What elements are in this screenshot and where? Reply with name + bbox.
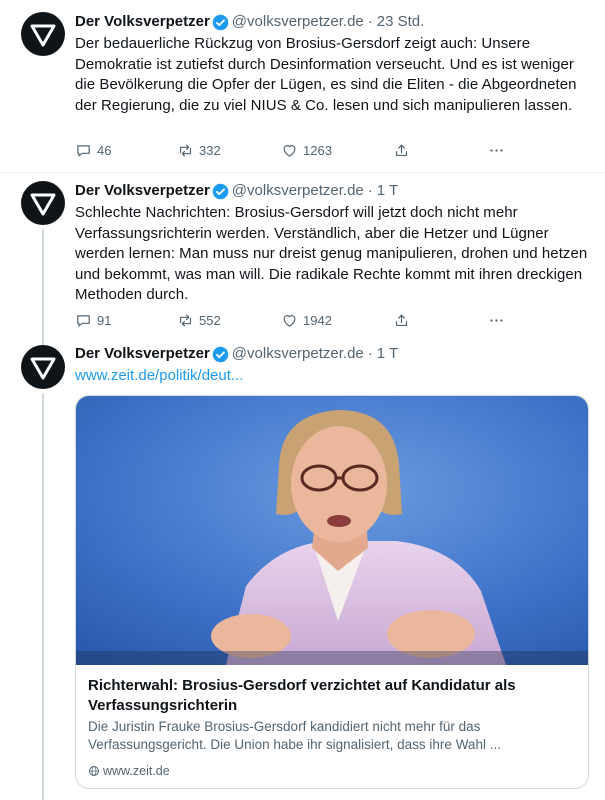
post-header: Der Volksverpetzer @volksverpetzer.de · … (75, 344, 398, 364)
repost-count: 332 (199, 142, 221, 158)
thread-line (42, 335, 44, 345)
repost-icon (179, 144, 192, 156)
like-count: 1942 (303, 312, 332, 328)
post-text: Der bedauerliche Rückzug von Brosius-Ger… (75, 35, 577, 114)
author-handle[interactable]: @volksverpetzer.de (232, 12, 364, 32)
author-name[interactable]: Der Volksverpetzer (75, 181, 210, 201)
verified-badge-icon (212, 346, 229, 362)
share-icon (395, 144, 408, 156)
author-handle[interactable]: @volksverpetzer.de (232, 344, 364, 364)
thread-line (42, 393, 44, 800)
post-time[interactable]: 23 Std. (377, 12, 425, 32)
avatar[interactable] (21, 12, 65, 56)
post-time[interactable]: 1 T (377, 181, 398, 201)
heart-icon (283, 144, 296, 157)
action-bar: 91 552 1942 (75, 310, 505, 330)
reply-count: 91 (97, 312, 112, 328)
repost-count: 552 (199, 312, 221, 328)
action-bar: 46 332 1263 (75, 140, 505, 160)
card-title: Richterwahl: Brosius-Gersdorf verzichtet… (88, 677, 516, 714)
post-link[interactable]: www.zeit.de/politik/deut... (75, 366, 243, 386)
post-header: Der Volksverpetzer @volksverpetzer.de · … (75, 12, 424, 32)
author-name[interactable]: Der Volksverpetzer (75, 12, 210, 32)
article-image (76, 396, 588, 665)
share-button[interactable] (393, 140, 415, 160)
repost-icon (179, 314, 192, 326)
repost-button[interactable]: 332 (177, 140, 221, 160)
author-handle[interactable]: @volksverpetzer.de (232, 181, 364, 201)
link-preview-card[interactable]: Richterwahl: Brosius-Gersdorf verzichtet… (75, 395, 589, 789)
separator-dot: · (367, 345, 373, 362)
avatar[interactable] (21, 345, 65, 389)
more-icon (490, 318, 503, 322)
post-header: Der Volksverpetzer @volksverpetzer.de · … (75, 181, 398, 201)
card-domain-text: www.zeit.de (103, 764, 170, 778)
card-description: Die Juristin Frauke Brosius-Gersdorf kan… (88, 719, 501, 752)
post-1[interactable]: Der Volksverpetzer @volksverpetzer.de · … (0, 0, 605, 172)
globe-icon (89, 766, 99, 776)
card-domain: www.zeit.de (88, 764, 170, 778)
more-icon (490, 148, 503, 152)
separator-dot: · (367, 13, 373, 30)
like-button[interactable]: 1263 (281, 140, 332, 160)
like-count: 1263 (303, 142, 332, 158)
post-time[interactable]: 1 T (377, 344, 398, 364)
reply-count: 46 (97, 142, 112, 158)
reply-icon (77, 144, 90, 156)
reply-icon (77, 314, 90, 326)
post-text: Schlechte Nachrichten: Brosius-Gersdorf … (75, 204, 588, 304)
post-2[interactable]: Der Volksverpetzer @volksverpetzer.de · … (0, 173, 605, 335)
reply-button[interactable]: 46 (75, 140, 111, 160)
like-button[interactable]: 1942 (281, 310, 332, 330)
reply-button[interactable]: 91 (75, 310, 111, 330)
separator-dot: · (367, 182, 373, 199)
heart-icon (283, 314, 296, 327)
more-button[interactable] (488, 140, 510, 160)
more-button[interactable] (488, 310, 510, 330)
verified-badge-icon (212, 14, 229, 30)
share-button[interactable] (393, 310, 415, 330)
verified-badge-icon (212, 183, 229, 199)
author-name[interactable]: Der Volksverpetzer (75, 344, 210, 364)
repost-button[interactable]: 552 (177, 310, 221, 330)
share-icon (395, 314, 408, 326)
thread-line (42, 229, 44, 335)
avatar[interactable] (21, 181, 65, 225)
